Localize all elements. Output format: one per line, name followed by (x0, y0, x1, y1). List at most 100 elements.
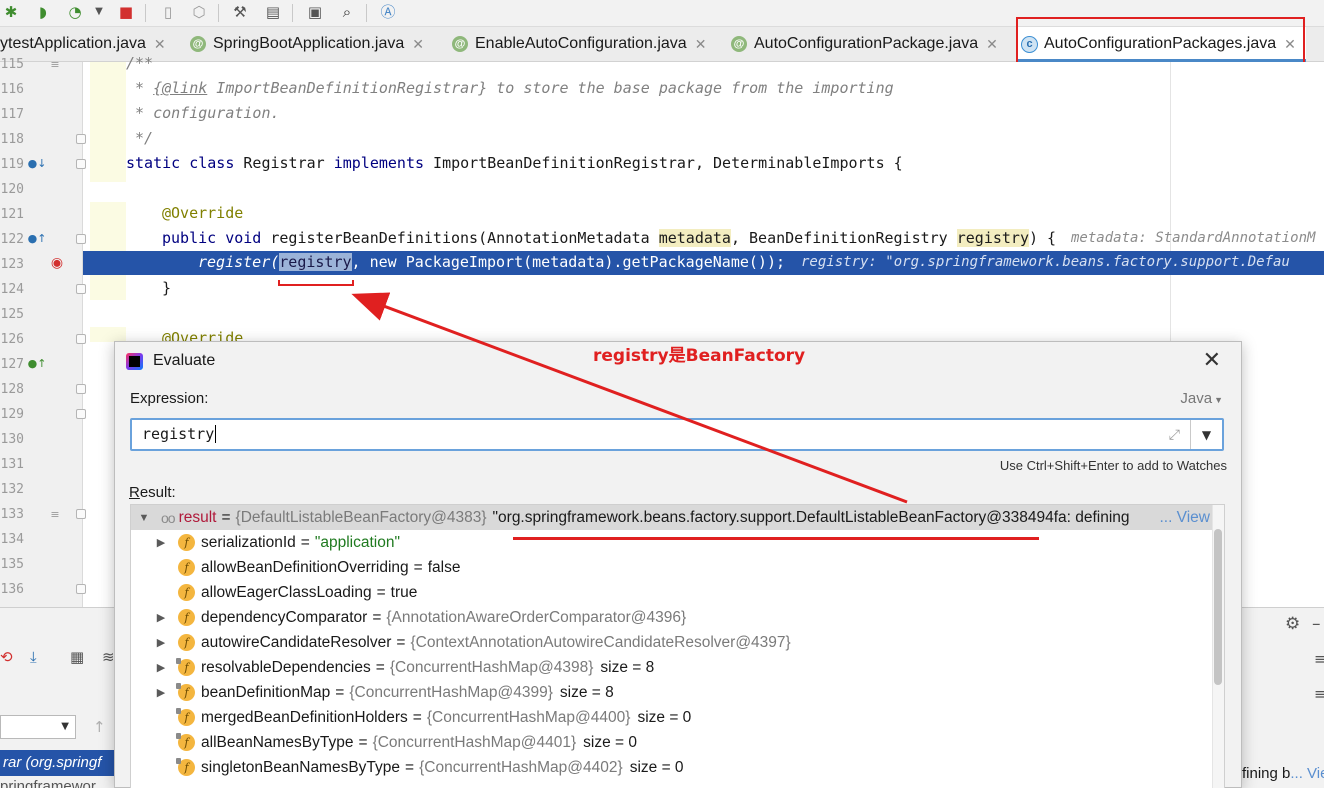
breakpoint-icon[interactable]: ◉ (50, 255, 64, 271)
code-line-118: */ (126, 129, 154, 147)
close-icon[interactable]: ✕ (412, 36, 424, 53)
fold-icon[interactable] (76, 159, 86, 169)
tab-highlight-box (1016, 17, 1305, 66)
field-value: {ConcurrentHashMap@4400} (426, 708, 631, 726)
tree-row-field[interactable]: f allBeanNamesByType = {ConcurrentHashMap@4… (131, 730, 1214, 755)
tab-ytestapplication[interactable]: ytestApplication.java ✕ (0, 27, 185, 61)
fold-icon[interactable] (76, 134, 86, 144)
field-value: {ConcurrentHashMap@4398} (389, 658, 594, 676)
current-execution-line[interactable]: register(registry, new PackageImport(met… (83, 251, 1324, 275)
result-tree[interactable]: ▼ oo result = {DefaultListableBeanFactor… (130, 504, 1225, 788)
result-underline (513, 537, 1039, 540)
tree-scrollbar[interactable] (1212, 505, 1224, 788)
gear-icon[interactable]: ⚙ (1285, 614, 1300, 634)
fold-icon[interactable] (76, 584, 86, 594)
history-dropdown[interactable]: ▼ (1190, 420, 1222, 449)
watch-glasses-icon: oo (161, 509, 176, 526)
menu-icon[interactable]: ≡ (1314, 650, 1324, 668)
field-size: size = 0 (637, 708, 692, 726)
chevron-right-icon[interactable]: ▶ (154, 686, 168, 699)
tree-row-field[interactable]: f allowBeanDefinitionOverriding = false (131, 555, 1214, 580)
view-link[interactable]: ... View (1157, 508, 1210, 527)
implement-marker-icon[interactable]: ●↓ (28, 156, 47, 170)
result-label: Result: (129, 484, 176, 501)
tree-row-field[interactable]: ▶ f autowireCandidateResolver = {ContextAnno… (131, 630, 1214, 655)
tree-row-field[interactable]: ▶ f beanDefinitionMap = {ConcurrentHashMap@4… (131, 680, 1214, 705)
chevron-down-icon[interactable]: ▼ (137, 512, 151, 524)
fold-icon[interactable] (76, 284, 86, 294)
fold-icon[interactable] (76, 234, 86, 244)
fold-icon[interactable] (76, 509, 86, 519)
close-icon[interactable]: ✕ (154, 36, 166, 53)
arrow-up-icon[interactable]: ↑ (93, 718, 106, 736)
annotation-icon: @ (452, 36, 468, 52)
tree-row-field[interactable]: ▶ f dependencyComparator = {AnnotationAwareO… (131, 605, 1214, 630)
annotation-icon: @ (731, 36, 747, 52)
chevron-right-icon[interactable]: ▶ (154, 536, 168, 549)
close-icon[interactable]: ✕ (1203, 348, 1221, 373)
tree-row-result[interactable]: ▼ oo result = {DefaultListableBeanFactor… (131, 505, 1214, 530)
wrench-icon[interactable]: ⚒ (229, 1, 251, 23)
chevron-right-icon[interactable]: ▶ (154, 636, 168, 649)
step-icon[interactable]: ⤓ (30, 648, 37, 666)
chevron-down-icon[interactable]: ▼ (88, 1, 110, 23)
chevron-down-icon: ▼ (1201, 427, 1212, 442)
fold-icon[interactable] (76, 384, 86, 394)
language-select[interactable]: Java ▼ (1180, 390, 1223, 407)
table-view-icon[interactable]: ▦ (70, 648, 84, 666)
field-name: allowBeanDefinitionOverriding (201, 558, 409, 576)
expression-input[interactable]: registry ⤢ ▼ (130, 418, 1224, 451)
field-value: false (427, 558, 461, 576)
field-icon: f (178, 584, 195, 601)
frame-item-selected[interactable]: rar (org.springf (0, 750, 114, 776)
field-value: {ConcurrentHashMap@4401} (372, 733, 577, 751)
search-icon[interactable]: ⌕ (336, 1, 358, 23)
profile-icon[interactable]: ◔ (64, 1, 86, 23)
menu-icon[interactable]: ≡ (1314, 685, 1324, 703)
chevron-down-icon: ▼ (61, 721, 69, 732)
project-structure-icon[interactable]: ▤ (262, 1, 284, 23)
stop-icon[interactable]: ■ (115, 1, 137, 23)
tree-row-field[interactable]: f allowEagerClassLoading = true (131, 580, 1214, 605)
tree-row-field[interactable]: f singletonBeanNamesByType = {ConcurrentHas… (131, 755, 1214, 780)
frame-item[interactable]: pringframewor (0, 778, 114, 788)
chevron-right-icon[interactable]: ▶ (154, 661, 168, 674)
intellij-logo-icon (126, 353, 143, 370)
close-icon[interactable]: ✕ (695, 36, 707, 53)
restore-frames-icon[interactable]: ⟲ (0, 648, 13, 666)
field-value: {ConcurrentHashMap@4399} (349, 683, 553, 701)
tab-enableautoconfiguration[interactable]: @ EnableAutoConfiguration.java ✕ (452, 27, 724, 61)
code-line-123: register(registry, new PackageImport(met… (198, 253, 786, 271)
override-marker-icon[interactable]: ●↑ (28, 231, 47, 245)
minimize-icon[interactable]: – (1312, 614, 1321, 634)
field-icon: f (178, 534, 195, 551)
close-icon[interactable]: ✕ (986, 36, 998, 53)
thread-select[interactable]: ▼ (0, 715, 76, 739)
more-icon[interactable]: ≋ (102, 648, 115, 666)
code-line-121: @Override (162, 204, 244, 222)
field-value: {ContextAnnotationAutowireCandidateResol… (410, 633, 791, 651)
override-marker-icon[interactable]: ●↑ (28, 356, 47, 370)
fold-icon[interactable] (76, 334, 86, 344)
debug-icon[interactable]: ✱ (0, 1, 22, 23)
tab-springbootapplication[interactable]: @ SpringBootApplication.java ✕ (190, 27, 445, 61)
evaluate-dialog: Evaluate ✕ Expression: Java ▼ registry ⤢ … (114, 341, 1242, 788)
field-icon: f (178, 609, 195, 626)
expression-text[interactable]: registry (142, 425, 217, 443)
tree-row-field[interactable]: f mergedBeanDefinitionHolders = {Concurrent… (131, 705, 1214, 730)
attach-icon[interactable]: ▯ (157, 1, 179, 23)
chevron-right-icon[interactable]: ▶ (154, 611, 168, 624)
translate-icon[interactable]: Ⓐ (377, 1, 399, 23)
terminal-icon[interactable]: ▣ (304, 1, 326, 23)
tree-row-field[interactable]: ▶ f serializationId = "application" (131, 530, 1214, 555)
run-coverage-icon[interactable]: ◗ (32, 1, 54, 23)
field-value: "application" (314, 533, 400, 551)
tab-autoconfigurationpackage[interactable]: @ AutoConfigurationPackage.java ✕ (731, 27, 1011, 61)
fold-icon[interactable] (76, 409, 86, 419)
tree-row-field[interactable]: ▶ f resolvableDependencies = {ConcurrentHash… (131, 655, 1214, 680)
expand-icon[interactable]: ⤢ (1169, 427, 1180, 443)
field-name: allBeanNamesByType (201, 733, 354, 751)
field-name: autowireCandidateResolver (201, 633, 392, 651)
build-icon[interactable]: ⬡ (188, 1, 210, 23)
field-icon: f (178, 559, 195, 576)
